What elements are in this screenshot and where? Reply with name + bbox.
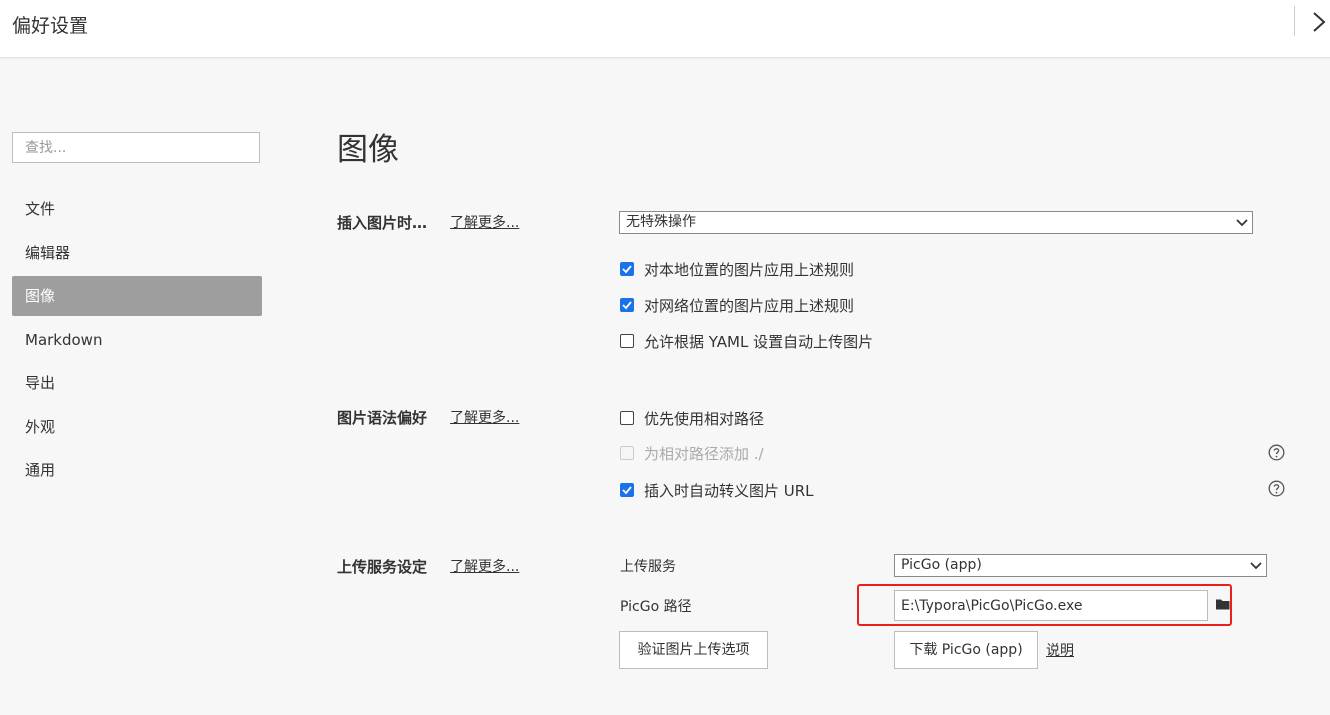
- title-separator: [1294, 6, 1295, 36]
- sidebar-nav: 文件 编辑器 图像 Markdown 导出 外观 通用: [12, 189, 262, 494]
- option-network-rule: 对网络位置的图片应用上述规则: [620, 295, 854, 315]
- chevron-right-icon: [1313, 12, 1326, 32]
- docs-link[interactable]: 说明: [1046, 640, 1074, 660]
- title-bar: 偏好设置: [0, 0, 1330, 58]
- upload-section-label: 上传服务设定: [337, 558, 428, 576]
- sidebar-item-appearance[interactable]: 外观: [12, 407, 262, 447]
- dot-prefix-checkbox: [620, 446, 634, 460]
- option-yaml-upload: 允许根据 YAML 设置自动上传图片: [620, 331, 873, 351]
- relative-path-checkbox[interactable]: [620, 411, 634, 425]
- chevron-down-icon: [1236, 219, 1248, 227]
- sidebar-item-markdown[interactable]: Markdown: [12, 320, 262, 360]
- picgo-path-label: PicGo 路径: [620, 599, 692, 615]
- close-button[interactable]: [1310, 8, 1330, 36]
- yaml-upload-label: 允许根据 YAML 设置自动上传图片: [644, 332, 874, 351]
- local-rule-checkbox[interactable]: [620, 262, 634, 276]
- syntax-section-label: 图片语法偏好: [337, 409, 428, 427]
- escape-url-label: 插入时自动转义图片 URL: [644, 481, 814, 500]
- yaml-upload-checkbox[interactable]: [620, 334, 634, 348]
- insert-action-select[interactable]: 无特殊操作: [619, 211, 1253, 234]
- option-dot-prefix: 为相对路径添加 ./: [620, 443, 764, 463]
- dot-prefix-label: 为相对路径添加 ./: [644, 444, 764, 463]
- relative-path-label: 优先使用相对路径: [644, 409, 765, 428]
- sidebar-item-file[interactable]: 文件: [12, 189, 262, 229]
- network-rule-label: 对网络位置的图片应用上述规则: [644, 296, 855, 315]
- sidebar-item-general[interactable]: 通用: [12, 450, 262, 490]
- escape-url-checkbox[interactable]: [620, 483, 634, 497]
- question-circle-icon[interactable]: [1268, 444, 1285, 461]
- option-relative-path: 优先使用相对路径: [620, 408, 764, 428]
- search-input[interactable]: [12, 132, 260, 163]
- window-title: 偏好设置: [12, 15, 89, 37]
- option-escape-url: 插入时自动转义图片 URL: [620, 480, 814, 500]
- upload-service-value: PicGo (app): [901, 557, 982, 573]
- syntax-learn-more-link[interactable]: 了解更多...: [450, 407, 519, 427]
- sidebar-item-image[interactable]: 图像: [12, 276, 262, 316]
- insert-action-value: 无特殊操作: [626, 214, 696, 230]
- upload-service-label: 上传服务: [620, 559, 676, 575]
- network-rule-checkbox[interactable]: [620, 298, 634, 312]
- page-title: 图像: [337, 132, 399, 168]
- upload-service-select[interactable]: PicGo (app): [894, 554, 1267, 577]
- path-highlight-box: [857, 584, 1232, 626]
- question-circle-icon[interactable]: [1268, 480, 1285, 497]
- insert-section-label: 插入图片时…: [337, 214, 428, 232]
- option-local-rule: 对本地位置的图片应用上述规则: [620, 259, 854, 279]
- insert-learn-more-link[interactable]: 了解更多...: [450, 212, 519, 232]
- chevron-down-icon: [1250, 562, 1262, 570]
- verify-upload-button[interactable]: 验证图片上传选项: [619, 631, 768, 669]
- download-picgo-button[interactable]: 下载 PicGo (app): [894, 631, 1038, 669]
- sidebar-item-editor[interactable]: 编辑器: [12, 233, 262, 273]
- local-rule-label: 对本地位置的图片应用上述规则: [644, 260, 855, 279]
- sidebar-item-export[interactable]: 导出: [12, 363, 262, 403]
- upload-learn-more-link[interactable]: 了解更多...: [450, 556, 519, 576]
